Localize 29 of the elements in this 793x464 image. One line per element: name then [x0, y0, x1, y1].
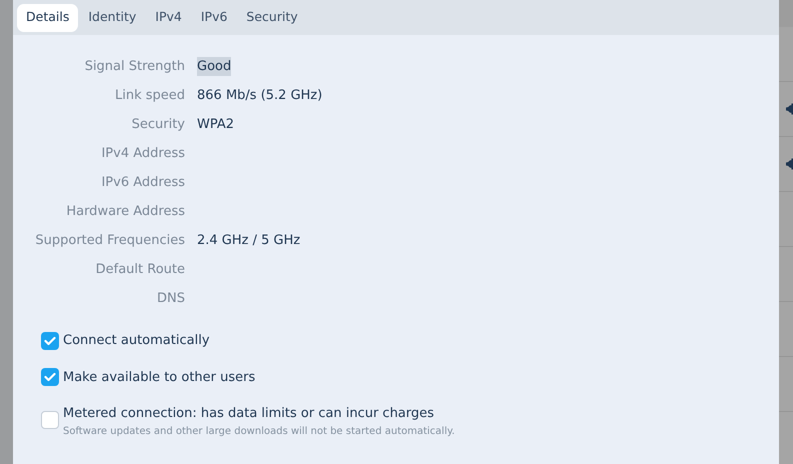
detail-value: WPA2 [197, 116, 234, 134]
detail-label: IPv6 Address [101, 174, 185, 192]
checkbox[interactable] [41, 411, 59, 429]
option-hint: Software updates and other large downloads will not be started automatically. [63, 424, 455, 438]
detail-label: Supported Frequencies [35, 232, 185, 250]
gear-icon[interactable] [786, 157, 793, 171]
option-label: Make available to other users [63, 368, 256, 386]
detail-label: DNS [157, 290, 185, 308]
checkbox[interactable] [41, 332, 59, 350]
detail-label: Default Route [96, 260, 185, 279]
detail-label: Link speed [114, 86, 185, 105]
checkmark-icon [44, 372, 56, 382]
detail-value: 2.4 GHz / 5 GHz [197, 232, 300, 250]
checkbox[interactable] [41, 368, 59, 386]
detail-label: Signal Strength [84, 58, 185, 76]
detail-label: Security [132, 116, 185, 134]
tab[interactable]: Details [17, 4, 78, 32]
detail-value: 866 Mb/s (5.2 GHz) [197, 86, 322, 105]
checkmark-icon [44, 336, 56, 346]
tab[interactable]: Identity [79, 4, 146, 32]
detail-label: Hardware Address [66, 202, 185, 221]
tab[interactable]: Security [237, 4, 307, 32]
option-label: Metered connection: has data limits or can incur charges [63, 405, 436, 423]
gear-icon[interactable] [786, 102, 793, 116]
tab[interactable]: IPv6 [192, 4, 236, 32]
tab[interactable]: IPv4 [146, 4, 191, 32]
option-label: Connect automatically [63, 332, 210, 350]
detail-label: IPv4 Address [101, 144, 185, 163]
detail-value: Good [197, 56, 232, 76]
